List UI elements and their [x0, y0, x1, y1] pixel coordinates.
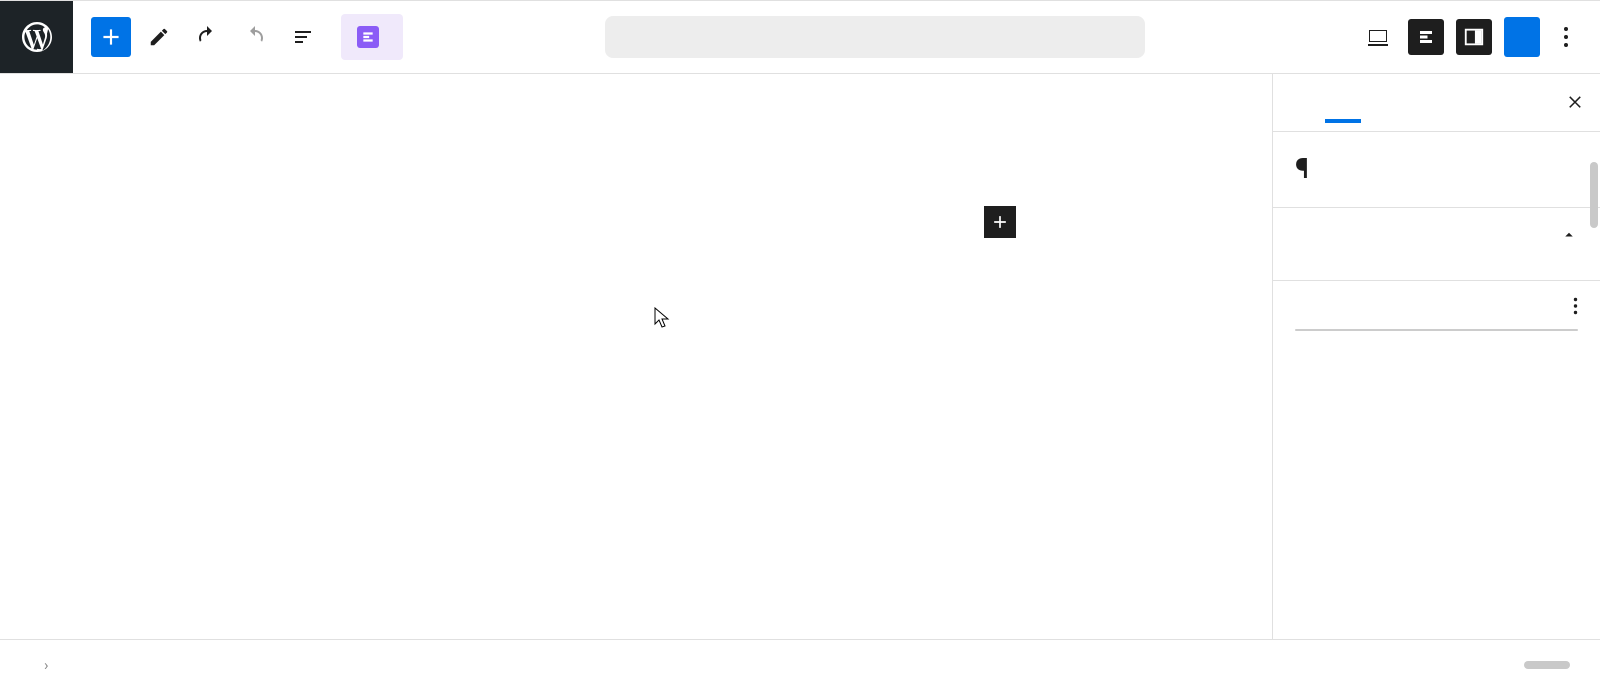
ellipsis-vertical-icon	[1573, 297, 1578, 315]
undo-button[interactable]	[187, 17, 227, 57]
publish-button[interactable]	[1504, 17, 1540, 57]
chevron-up-icon	[1560, 226, 1578, 244]
desktop-icon	[1366, 25, 1390, 49]
toolbar-left	[73, 14, 421, 60]
settings-sidebar-toggle[interactable]	[1456, 19, 1492, 55]
plus-icon	[98, 24, 124, 50]
pattern-library-button[interactable]	[341, 14, 403, 60]
plus-icon	[990, 212, 1010, 232]
document-title-button[interactable]	[605, 16, 1145, 58]
toolbar-right	[1328, 17, 1600, 57]
redo-button[interactable]	[235, 17, 275, 57]
eb-badge-icon	[357, 26, 379, 48]
mouse-cursor-icon	[654, 307, 672, 329]
tab-page[interactable]	[1289, 85, 1325, 121]
undo-icon	[195, 25, 219, 49]
chevron-right-icon: ›	[44, 656, 49, 674]
settings-sidebar: ¶	[1272, 74, 1600, 639]
sidebar-scrollbar[interactable]	[1590, 162, 1598, 228]
redo-icon	[243, 25, 267, 49]
add-block-button[interactable]	[91, 17, 131, 57]
eb-logo-icon	[1417, 28, 1435, 46]
editor-main: ¶	[0, 74, 1600, 639]
tab-block[interactable]	[1325, 83, 1361, 123]
options-menu-button[interactable]	[1552, 26, 1580, 48]
eb-plugin-button[interactable]	[1408, 19, 1444, 55]
ellipsis-vertical-icon	[1563, 26, 1569, 48]
close-icon	[1566, 92, 1584, 110]
styles-grid	[1273, 260, 1600, 280]
tools-button[interactable]	[139, 17, 179, 57]
color-panel-header[interactable]	[1295, 297, 1578, 329]
paragraph-icon: ¶	[1295, 152, 1309, 185]
wordpress-icon	[19, 19, 55, 55]
block-type-panel: ¶	[1273, 132, 1600, 207]
inline-add-block-button[interactable]	[984, 206, 1016, 238]
close-sidebar-button[interactable]	[1566, 92, 1584, 114]
color-list	[1295, 329, 1578, 331]
pencil-icon	[148, 26, 170, 48]
breadcrumb-scrollbar[interactable]	[1524, 661, 1570, 669]
breadcrumb: ›	[0, 639, 1600, 689]
sidebar-tabs	[1273, 74, 1600, 132]
sidebar-icon	[1463, 26, 1485, 48]
editor-topbar	[0, 0, 1600, 74]
list-view-icon	[291, 25, 315, 49]
view-button[interactable]	[1360, 19, 1396, 55]
editor-canvas[interactable]	[0, 74, 1272, 639]
wordpress-logo-button[interactable]	[0, 1, 73, 73]
document-overview-button[interactable]	[283, 17, 323, 57]
document-title-bar	[421, 16, 1328, 58]
styles-panel-header[interactable]	[1273, 207, 1600, 260]
